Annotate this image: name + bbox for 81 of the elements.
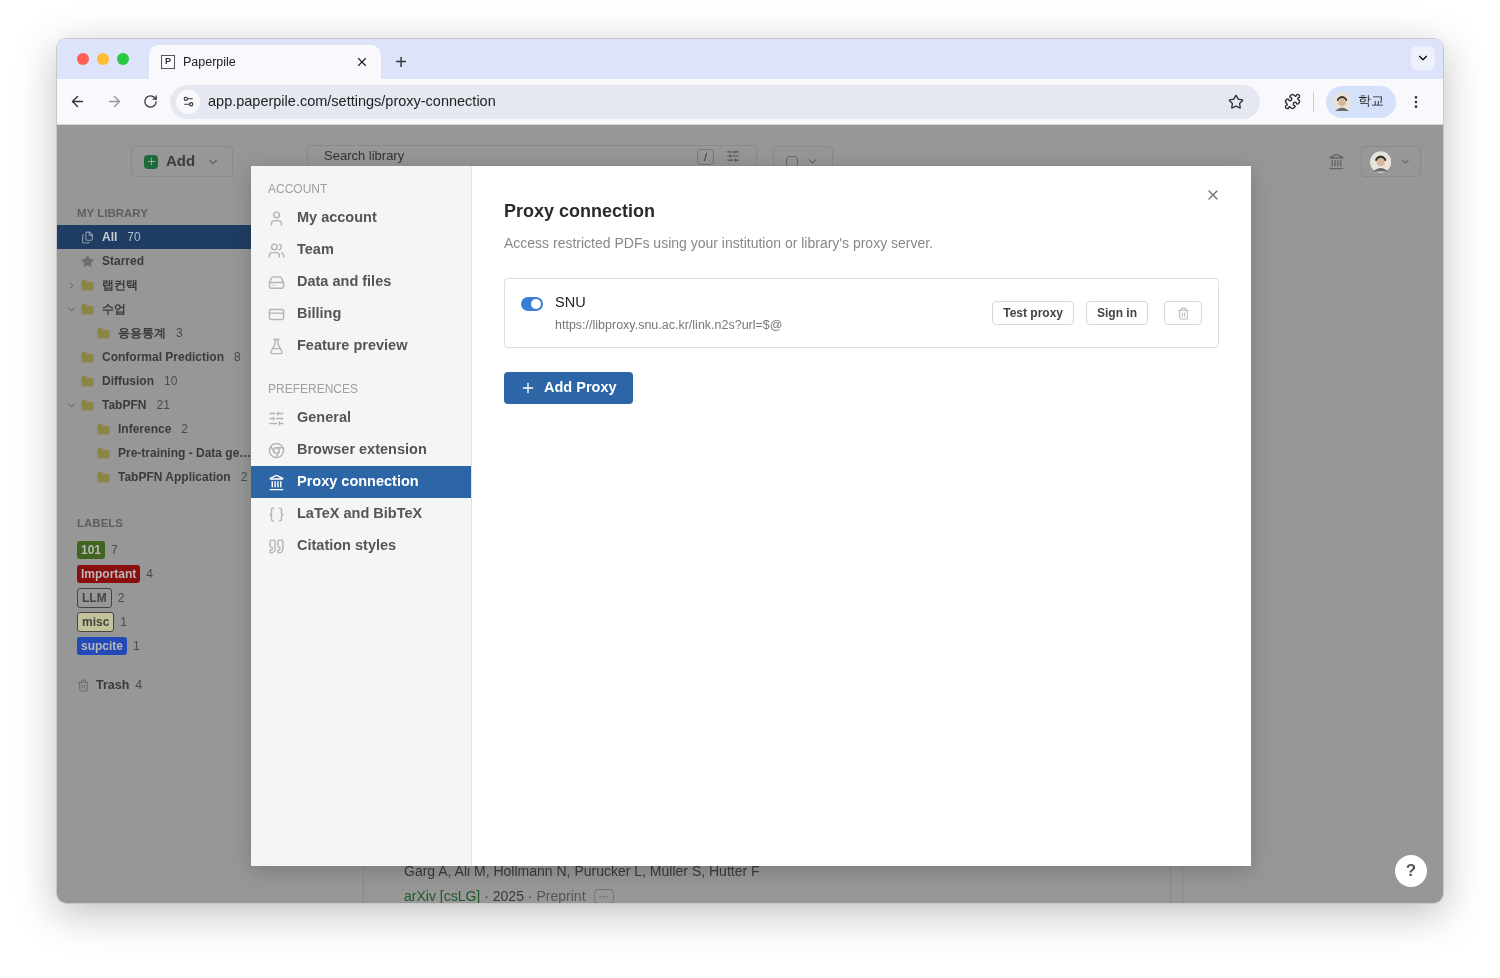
folder-icon [81,350,94,364]
extensions-icon[interactable] [1284,93,1301,110]
avatar-icon [1370,150,1392,173]
folder-icon [97,326,110,340]
account-dropdown[interactable] [1361,146,1421,177]
address-bar[interactable]: app.paperpile.com/settings/proxy-connection [170,84,1260,119]
trash-icon [1176,306,1190,320]
section-heading: LABELS [77,516,123,532]
label-count: 1 [133,637,140,655]
folder-icon [97,446,110,460]
quote-icon [268,537,285,555]
nav-item[interactable]: Browser extension [251,434,471,466]
paper-authors: Garg A, Ali M, Hollmann N, Purucker L, Müller S, Hutter F [404,862,761,881]
label-tag[interactable]: misc [77,611,115,632]
person-icon [268,209,285,227]
add-button[interactable]: Add [131,146,233,177]
reload-icon[interactable] [143,94,158,109]
folder-icon [81,398,94,412]
files-icon [81,230,94,244]
proxy-url: https://libproxy.snu.ac.kr/link.n2s?url=$@ [555,316,784,334]
chrome-icon [268,441,285,459]
tab-favicon: P [161,55,175,69]
site-settings-icon[interactable] [176,89,200,114]
paper-venue[interactable]: arXiv [csLG] [404,886,481,903]
filter-icon[interactable] [726,149,740,163]
braces-icon [268,505,285,523]
nav-section-heading: ACCOUNT [267,181,329,198]
bank-icon [268,473,285,491]
label-count: 1 [120,613,128,631]
star-icon [81,254,94,268]
proxy-name: SNU [555,292,587,312]
trash-icon [77,679,90,692]
browser-tab[interactable]: P Paperpile [149,45,381,79]
help-button[interactable]: ? [1395,855,1427,887]
back-icon[interactable] [69,93,86,110]
tab-title: Paperpile [183,53,237,71]
avatar-icon [1332,91,1352,112]
test-proxy-button[interactable]: Test proxy [992,301,1074,325]
new-tab-button[interactable]: + [381,45,421,79]
label-count: 7 [111,541,118,559]
label-tag[interactable]: supcite [77,636,127,655]
folder-icon [81,374,94,388]
nav-section-heading: PREFERENCES [267,381,360,398]
nav-item[interactable]: Proxy connection [251,466,471,498]
forward-icon[interactable] [106,93,123,110]
sign-in-button[interactable]: Sign in [1086,301,1148,325]
shortcut-key: / [696,149,714,165]
add-proxy-button[interactable]: Add Proxy [504,372,633,404]
plus-icon [145,156,157,167]
section-heading: MY LIBRARY [77,206,148,221]
url-text: app.paperpile.com/settings/proxy-connection [208,91,497,111]
folder-icon [97,422,110,436]
profile-button[interactable]: 학교 [1326,85,1396,118]
folder-icon [97,470,110,484]
paper-year: · 2025 · [484,887,533,903]
label-count: 2 [117,589,125,607]
folder-icon [81,278,94,292]
label-tag[interactable]: Important [77,564,141,583]
plus-icon [520,380,536,396]
nav-item[interactable]: LaTeX and BibTeX [251,498,471,530]
nav-item[interactable]: General [251,402,471,434]
bookmark-star-icon[interactable] [1228,93,1244,110]
people-icon [268,241,285,259]
nav-item[interactable]: Citation styles [251,530,471,562]
flask-icon [268,337,285,355]
tab-list-button[interactable] [1411,46,1435,70]
paper-type: Preprint [536,887,586,903]
nav-item[interactable]: Billing [251,298,471,330]
dialog-title: Proxy connection [504,200,657,223]
label-tag[interactable]: 101 [77,540,106,559]
label-count: 4 [146,565,154,583]
toggle-switch[interactable] [521,297,543,311]
label-tag[interactable]: LLM [77,587,112,608]
nav-item[interactable]: Data and files [251,266,471,298]
close-icon[interactable] [355,55,369,69]
trash-item[interactable]: Trash 4 [57,673,307,698]
nav-item[interactable]: Feature preview [251,330,471,362]
folder-icon [81,302,94,316]
dialog-description: Access restricted PDFs using your institution or library's proxy server. [504,234,935,253]
sliders-icon [268,409,285,427]
drive-icon [268,273,285,291]
